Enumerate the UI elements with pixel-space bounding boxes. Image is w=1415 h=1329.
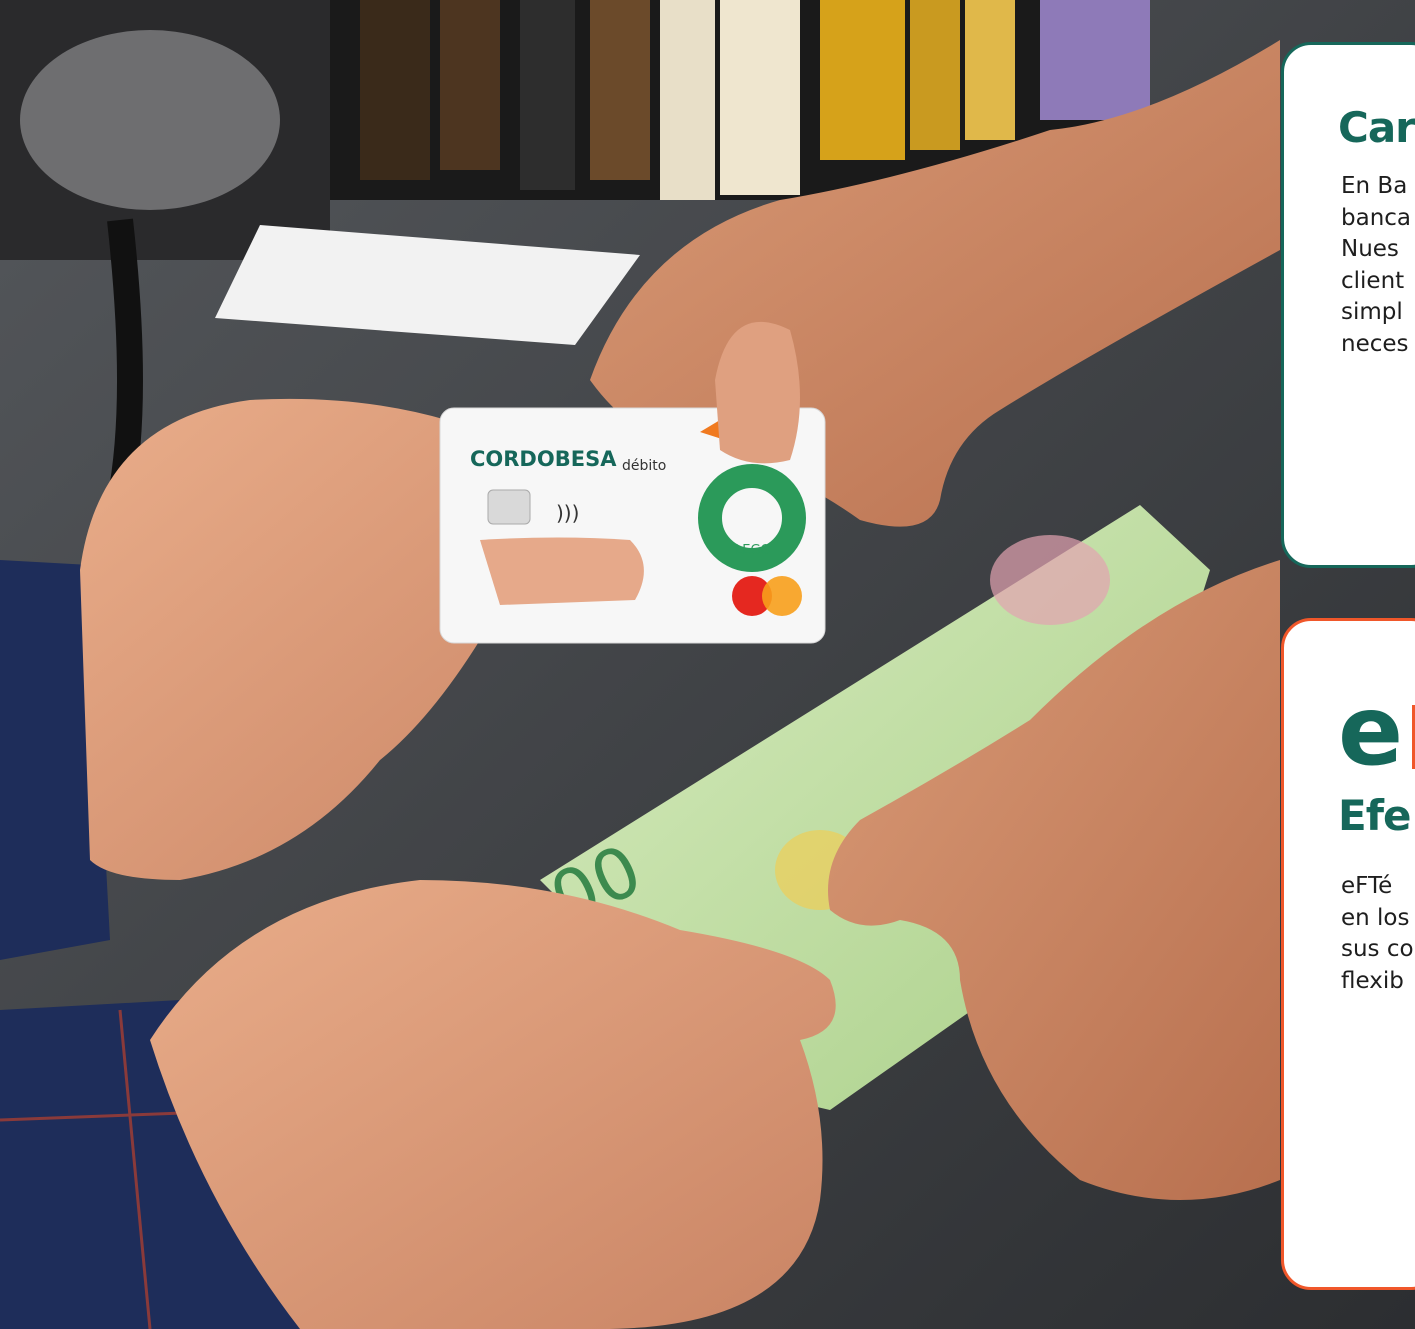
card-panel-line: En Ba [1341, 173, 1408, 199]
card-program-text: LEGO [735, 543, 771, 558]
card-panel-line: simpl [1341, 299, 1403, 325]
card-panel-line: banca [1341, 204, 1412, 231]
card-brand-text: CORDOBESA [470, 447, 617, 471]
cash-info-panel: e Efe eFTé en los sus co flexib [1281, 618, 1415, 1290]
card-panel-line: neces [1341, 330, 1409, 357]
card-panel-line: client [1341, 267, 1405, 294]
card-panel-title: Car [1338, 103, 1415, 152]
cash-panel-line: eFTé [1341, 873, 1393, 899]
cash-panel-title: Efe [1338, 791, 1411, 840]
cash-panel-line: en los [1341, 904, 1410, 931]
cash-panel-line: sus co [1341, 936, 1414, 962]
card-panel-line: Nues [1341, 236, 1399, 262]
card-panel-body: En Ba banca Nues client simpl neces [1341, 171, 1415, 360]
card-info-panel: Car En Ba banca Nues client simpl neces [1281, 42, 1415, 568]
cash-panel-body: eFTé en los sus co flexib [1341, 871, 1415, 997]
svg-text:))): ))) [556, 501, 579, 525]
card-type-text: débito [622, 458, 666, 474]
eft-logo: e [1338, 675, 1404, 787]
background-photo: CORDOBESA débito ))) LEGO 00 [0, 0, 1415, 1329]
cash-panel-line: flexib [1341, 967, 1404, 994]
